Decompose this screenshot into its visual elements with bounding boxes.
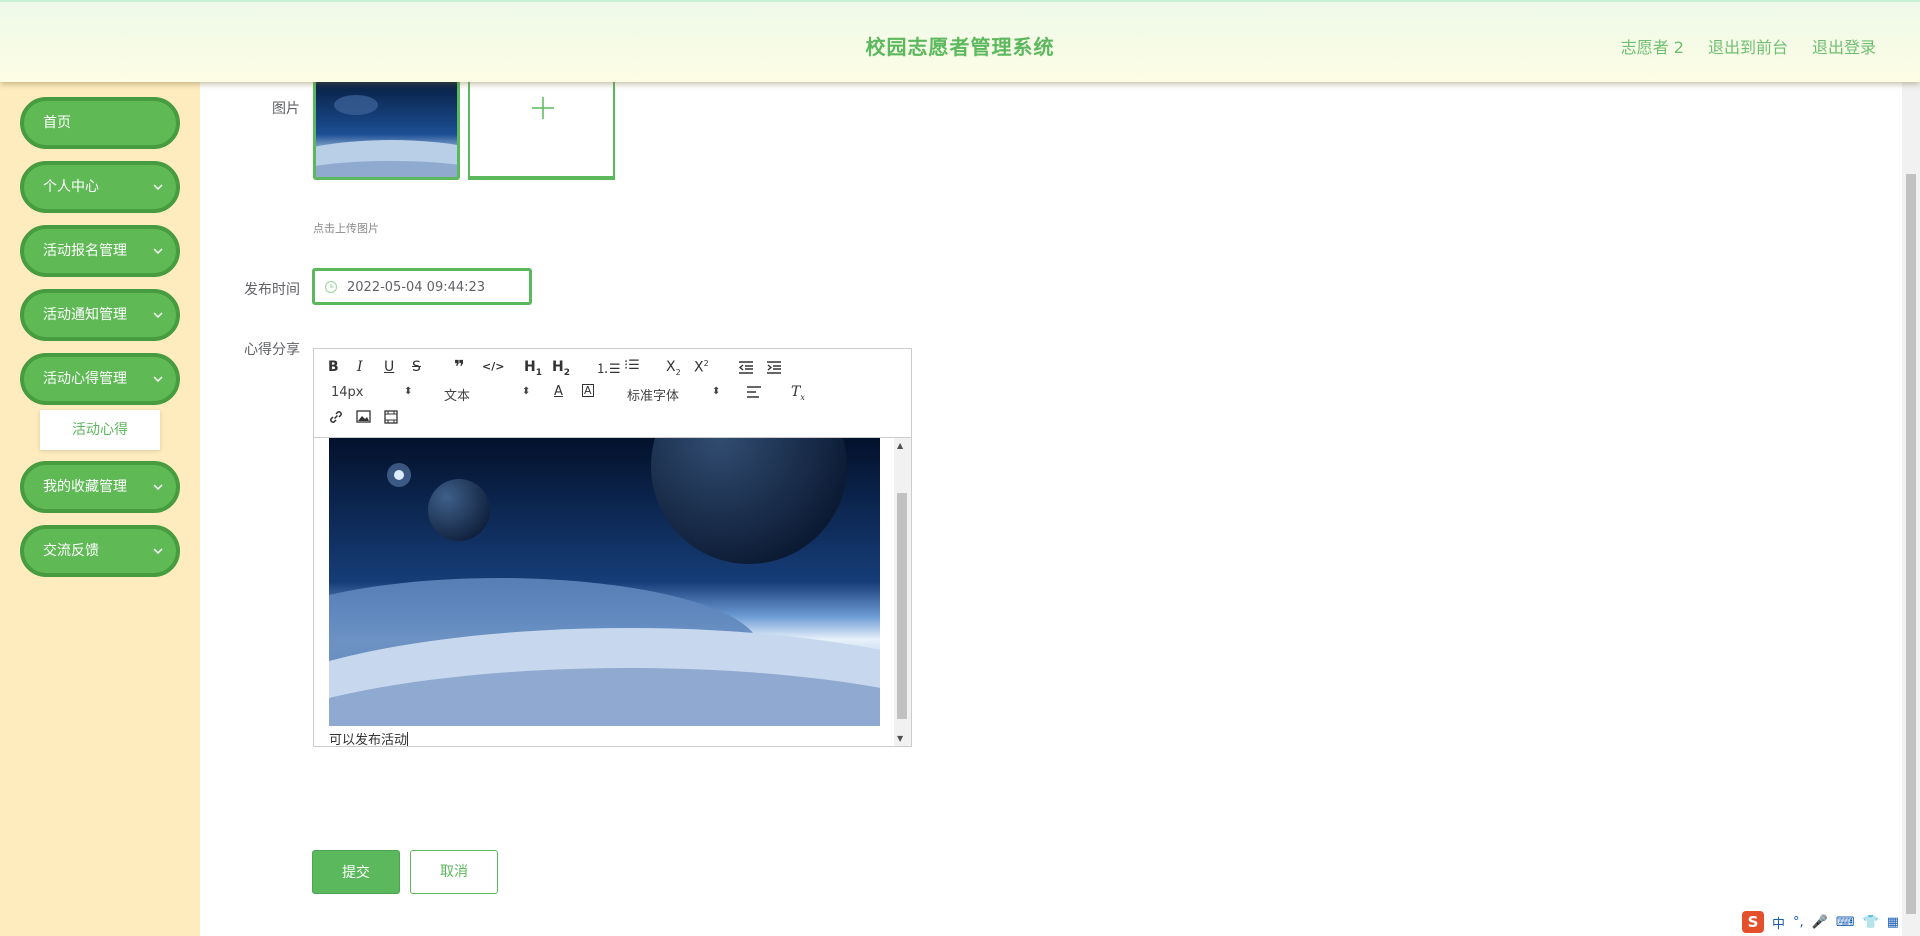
rich-text-editor: B I U S ❞ </> H1 H2 ⒈☰ ⁝☰ X2 X2 14px ⬍ 文… — [313, 348, 912, 747]
page-scrollbar-thumb[interactable] — [1906, 174, 1916, 914]
bullet-list-icon[interactable]: ⁝☰ — [624, 358, 640, 373]
page-scrollbar[interactable] — [1902, 82, 1920, 936]
sidebar-item-label: 活动心得管理 — [43, 371, 127, 387]
ime-toolbar: S 中 °, 🎤 ⌨ 👕 ▦ — [1742, 910, 1899, 934]
editor-toolbar: B I U S ❞ </> H1 H2 ⒈☰ ⁝☰ X2 X2 14px ⬍ 文… — [314, 349, 911, 438]
editor-text: 可以发布活动 — [329, 729, 409, 746]
microphone-icon[interactable]: 🎤 — [1812, 915, 1828, 930]
inserted-space-image — [329, 438, 880, 726]
sidebar-item-label: 我的收藏管理 — [43, 479, 127, 495]
h1-icon[interactable]: H1 — [524, 359, 542, 378]
chevron-down-icon — [153, 548, 163, 555]
video-icon[interactable] — [384, 410, 398, 424]
editor-scrollbar-thumb[interactable] — [897, 493, 907, 719]
chevron-down-icon — [153, 248, 163, 255]
sidebar-item-label: 个人中心 — [43, 179, 99, 195]
punctuation-icon[interactable]: °, — [1793, 915, 1804, 930]
submit-button[interactable]: 提交 — [312, 850, 400, 894]
code-icon[interactable]: </> — [482, 360, 504, 373]
top-header: 校园志愿者管理系统 志愿者 2 退出到前台 退出登录 — [0, 0, 1920, 82]
chevron-down-icon — [153, 184, 163, 191]
editor-text-value: 可以发布活动 — [329, 733, 408, 746]
outdent-icon[interactable] — [738, 361, 754, 374]
font-color-icon[interactable]: A — [554, 384, 563, 399]
uploaded-image-thumbnail[interactable] — [313, 72, 460, 180]
header-links: 志愿者 2 退出到前台 退出登录 — [1621, 34, 1876, 58]
font-family-value: 标准字体 — [627, 389, 680, 404]
experience-share-label: 心得分享 — [244, 342, 300, 358]
link-icon[interactable] — [328, 409, 344, 425]
image-upload-button[interactable] — [468, 72, 615, 180]
font-size-select[interactable]: 14px ⬍ — [331, 385, 413, 400]
plus-icon — [532, 97, 554, 119]
clock-icon — [324, 280, 338, 294]
quote-icon[interactable]: ❞ — [454, 357, 465, 378]
image-label: 图片 — [272, 101, 300, 117]
publish-time-label: 发布时间 — [244, 282, 300, 298]
sidebar: 首页 个人中心 活动报名管理 活动通知管理 活动心得管理 活动心得 我的收藏管理… — [0, 82, 200, 936]
sidebar-item-home[interactable]: 首页 — [20, 97, 180, 149]
grid-menu-icon[interactable]: ▦ — [1887, 915, 1899, 930]
sidebar-item-label: 活动报名管理 — [43, 243, 127, 259]
chevron-down-icon — [153, 312, 163, 319]
superscript-icon[interactable]: X2 — [694, 359, 709, 376]
sidebar-item-label: 活动通知管理 — [43, 307, 127, 323]
sidebar-item-personal-center[interactable]: 个人中心 — [20, 161, 180, 213]
editor-content-area[interactable]: 可以发布活动 ▲ ▼ — [314, 438, 911, 746]
sogou-logo-icon[interactable]: S — [1742, 911, 1764, 933]
sidebar-item-activity-experience[interactable]: 活动心得管理 — [20, 353, 180, 405]
upload-tip: 点击上传图片 — [313, 222, 379, 235]
cancel-button[interactable]: 取消 — [410, 850, 498, 894]
ordered-list-icon[interactable]: ⒈☰ — [596, 358, 621, 377]
sidebar-item-activity-notice[interactable]: 活动通知管理 — [20, 289, 180, 341]
exit-to-front-link[interactable]: 退出到前台 — [1708, 34, 1788, 58]
h2-icon[interactable]: H2 — [552, 359, 570, 378]
sidebar-item-label: 首页 — [43, 115, 71, 131]
strike-icon[interactable]: S — [412, 359, 421, 375]
select-arrow-icon: ⬍ — [522, 386, 531, 397]
logout-link[interactable]: 退出登录 — [1812, 34, 1876, 58]
chevron-down-icon — [153, 376, 163, 383]
skin-icon[interactable]: 👕 — [1863, 915, 1879, 930]
scroll-down-arrow-icon[interactable]: ▼ — [897, 734, 903, 743]
sidebar-item-label: 交流反馈 — [43, 543, 99, 559]
background-color-icon[interactable]: A — [582, 384, 594, 397]
keyboard-icon[interactable]: ⌨ — [1836, 915, 1855, 930]
font-size-value: 14px — [331, 385, 364, 400]
ime-lang-label[interactable]: 中 — [1772, 913, 1785, 932]
publish-time-value: 2022-05-04 09:44:23 — [347, 280, 486, 295]
sidebar-subitem-activity-experience[interactable]: 活动心得 — [40, 410, 160, 450]
image-icon[interactable] — [356, 410, 371, 423]
indent-icon[interactable] — [766, 361, 782, 374]
subscript-icon[interactable]: X2 — [666, 359, 681, 377]
sidebar-item-favorites[interactable]: 我的收藏管理 — [20, 461, 180, 513]
sidebar-item-feedback[interactable]: 交流反馈 — [20, 525, 180, 577]
clear-format-icon[interactable]: Tx — [791, 384, 805, 402]
current-user-link[interactable]: 志愿者 2 — [1621, 34, 1684, 58]
space-image — [316, 75, 457, 177]
bold-icon[interactable]: B — [328, 359, 339, 375]
underline-icon[interactable]: U — [384, 359, 394, 375]
select-arrow-icon: ⬍ — [404, 386, 413, 397]
paragraph-format-select[interactable]: 文本 ⬍ — [444, 385, 531, 404]
italic-icon[interactable]: I — [357, 359, 363, 375]
align-icon[interactable] — [746, 386, 762, 399]
sidebar-item-activity-signup[interactable]: 活动报名管理 — [20, 225, 180, 277]
font-family-select[interactable]: 标准字体 ⬍ — [627, 385, 721, 404]
select-arrow-icon: ⬍ — [712, 386, 721, 397]
publish-time-input[interactable]: 2022-05-04 09:44:23 — [312, 268, 532, 305]
paragraph-format-value: 文本 — [444, 389, 471, 404]
chevron-down-icon — [153, 484, 163, 491]
editor-scrollbar[interactable]: ▲ ▼ — [894, 438, 911, 746]
text-caret — [407, 732, 409, 746]
scroll-up-arrow-icon[interactable]: ▲ — [897, 441, 903, 450]
